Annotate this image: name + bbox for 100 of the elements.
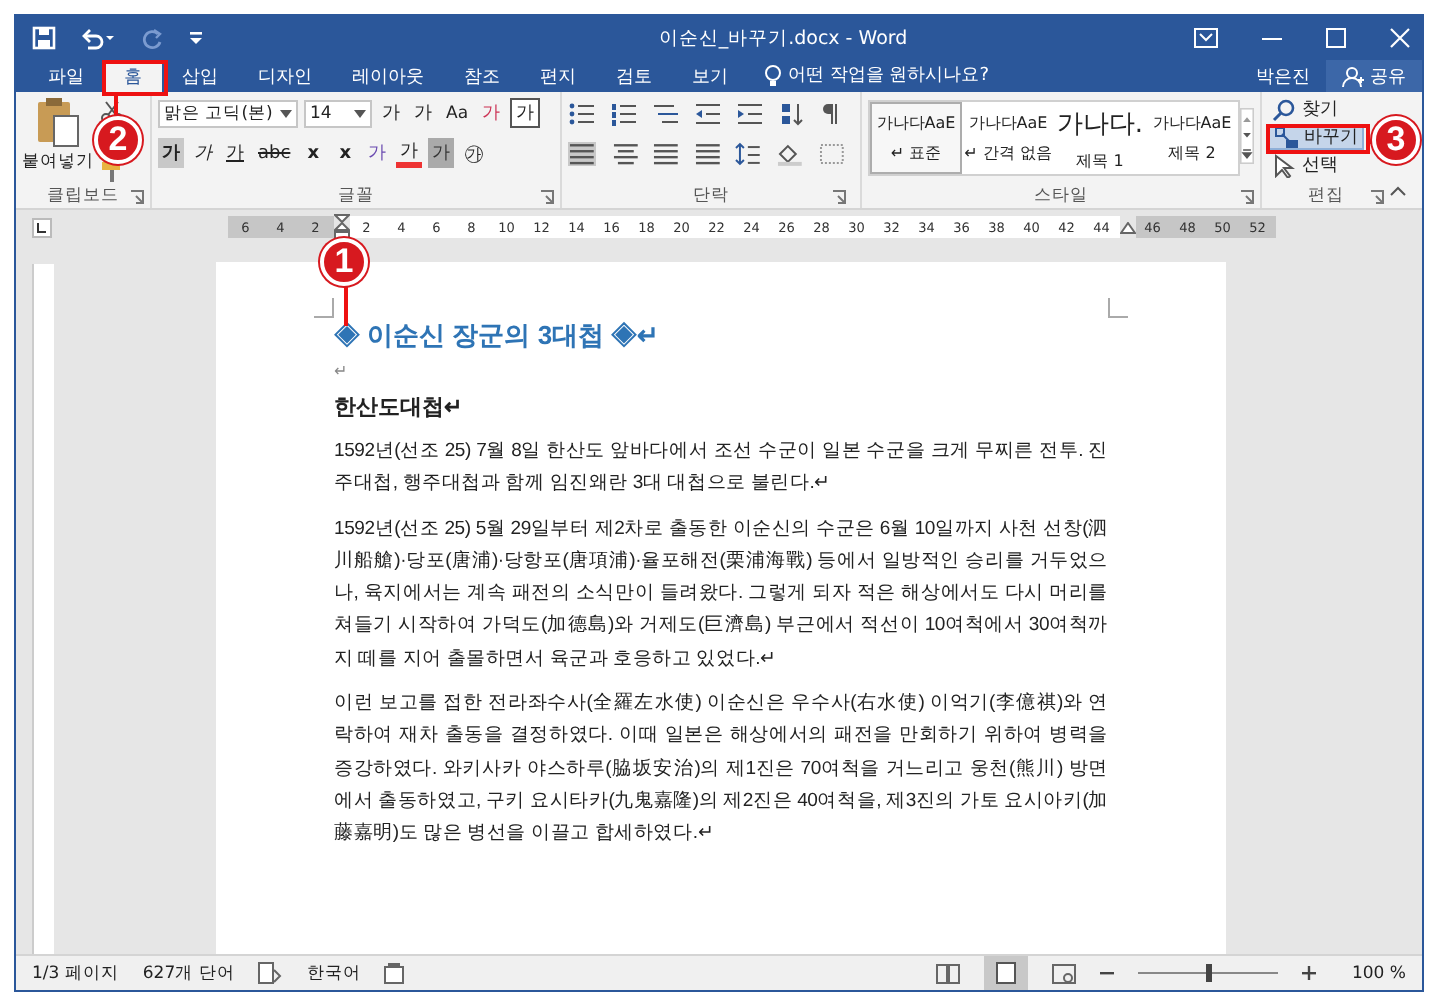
- font-tool-button[interactable]: x: [300, 138, 327, 168]
- search-icon: [1272, 97, 1296, 121]
- font-name-field[interactable]: 맑은 고딕(본): [158, 99, 298, 127]
- ribbon-tab[interactable]: 참조: [444, 60, 520, 92]
- margin-corner-icon: [1108, 298, 1128, 318]
- callout-badge: 1: [320, 238, 368, 286]
- macro-icon[interactable]: [384, 962, 405, 984]
- body-paragraph: 1592년(선조 25) 5월 29일부터 제2차로 출동한 이순신의 수군은 6월 10일까지 사천 선창(泗川船艙)·당포(唐浦)·당항포(唐項浦)·율포해전(栗浦海戰) 등에서 일방적인 승리를 거두었으나, 육지에서는 계속 패전의 소식만이 들려왔다. 그렇게 되자 적은 해상에서도 다시 머리를 쳐들기 시작하여 가덕도(加德島)와 거제도(巨濟島) 부근에서 적선이 10여척에서 30여척까지 떼를 지어 출몰하면서 육군과 호응하고 있었다.↵: [334, 515, 1108, 674]
- group-label: 글꼴: [338, 184, 374, 208]
- justify-icon[interactable]: [693, 141, 721, 165]
- customize-icon[interactable]: [188, 28, 204, 48]
- print-layout-icon[interactable]: [983, 956, 1028, 990]
- maximize-icon[interactable]: [1326, 28, 1346, 48]
- font-tool-button[interactable]: 가: [158, 138, 184, 168]
- right-indent-marker-icon[interactable]: [1119, 221, 1135, 233]
- pointer-icon: [1272, 153, 1296, 177]
- ribbon-tab[interactable]: 편지: [520, 60, 596, 92]
- window-title: 이순신_바꾸기.docx - Word: [656, 25, 910, 51]
- ribbon-tab[interactable]: 레이아웃: [332, 60, 444, 92]
- pilcrow-icon[interactable]: [820, 101, 840, 125]
- align-center-icon[interactable]: [609, 141, 638, 165]
- group-label: 클립보드: [47, 184, 119, 208]
- paragraph-mark: ↵: [334, 360, 350, 384]
- dialog-launcher-icon[interactable]: [1370, 189, 1384, 203]
- font-tool-button[interactable]: Aa: [442, 98, 473, 128]
- font-tool-button[interactable]: 가: [510, 98, 541, 128]
- font-tool-button[interactable]: 가: [428, 138, 455, 168]
- bullet-list-icon[interactable]: [568, 101, 596, 125]
- dropdown-icon: [280, 109, 292, 117]
- ribbon-tab[interactable]: 삽입: [162, 60, 238, 92]
- proofing-icon[interactable]: [258, 962, 283, 984]
- undo-icon[interactable]: [80, 26, 116, 50]
- style-gallery-item[interactable]: 가나다AaE ↵ 표준: [870, 102, 962, 174]
- dialog-launcher-icon[interactable]: [1240, 189, 1254, 203]
- zoom-in-icon[interactable]: [1301, 966, 1316, 980]
- font-tool-button[interactable]: x: [332, 138, 359, 168]
- multilevel-list-icon[interactable]: [652, 101, 680, 125]
- font-tool-button[interactable]: 가: [190, 138, 216, 168]
- font-size-field[interactable]: 14: [304, 99, 372, 127]
- ribbon-display-icon[interactable]: [1194, 28, 1218, 48]
- paste-button[interactable]: 붙여넣기: [22, 96, 94, 184]
- dialog-launcher-icon[interactable]: [540, 189, 554, 203]
- group-label: 스타일: [1034, 184, 1088, 208]
- body-paragraph: 이런 보고를 접한 전라좌수사(全羅左水使) 이순신은 우수사(右水使) 이억기(李億祺)와 연락하여 재차 출동을 결정하였다. 이때 일본은 해상에서의 패전을 만회하기 위하여 병력을 증강하였다. 와키사카 야스하루(脇坂安治)의 제1진은 70여척을 거느리고 웅천(熊川) 방면에서 출동하였고, 구키 요시타카(九鬼嘉隆)의 제2진은 40여척을, 제3진의 가토 요시아키(加藤嘉明)도 많은 병선을 이끌고 합세하였다.↵: [334, 690, 1108, 849]
- shading-icon[interactable]: [776, 141, 805, 165]
- numbered-list-icon[interactable]: [610, 101, 638, 125]
- font-tool-button[interactable]: 가: [222, 138, 248, 168]
- indent-marker-icon[interactable]: [333, 213, 349, 241]
- font-tool-button[interactable]: abc: [254, 138, 295, 168]
- section-heading: 한산도대첩↵: [334, 394, 464, 424]
- dialog-launcher-icon[interactable]: [832, 189, 846, 203]
- style-gallery-item[interactable]: 가나다. 제목 1: [1054, 102, 1146, 174]
- margin-corner-icon: [314, 298, 334, 318]
- group-label: 단락: [693, 184, 729, 208]
- font-tool-button[interactable]: ㉮: [460, 138, 489, 168]
- increase-indent-icon[interactable]: [736, 101, 764, 125]
- dialog-launcher-icon[interactable]: [130, 189, 144, 203]
- page-count[interactable]: 1/3 페이지: [32, 961, 119, 985]
- document-title: ◈ 이순신 장군의 3대첩 ◈↵: [334, 318, 662, 354]
- editing-button[interactable]: 선택: [1268, 152, 1342, 178]
- decrease-indent-icon[interactable]: [694, 101, 722, 125]
- font-tool-button[interactable]: 가: [364, 138, 391, 168]
- read-mode-icon[interactable]: [935, 963, 960, 983]
- ribbon-tab[interactable]: 보기: [672, 60, 748, 92]
- lightbulb-icon: [764, 64, 782, 88]
- scissors-icon[interactable]: [100, 100, 124, 124]
- dropdown-icon: [354, 109, 366, 117]
- user-name[interactable]: 박은진: [1256, 63, 1310, 89]
- ribbon-tab[interactable]: 파일: [28, 60, 104, 92]
- tell-me-field[interactable]: 어떤 작업을 원하시나요?: [764, 60, 1028, 92]
- word-count[interactable]: 627개 단어: [142, 961, 235, 985]
- close-icon[interactable]: [1390, 28, 1410, 48]
- align-right-icon[interactable]: [651, 141, 680, 165]
- align-left-icon[interactable]: [568, 141, 596, 165]
- line-spacing-icon[interactable]: [734, 141, 763, 165]
- web-layout-icon[interactable]: [1051, 963, 1076, 983]
- save-icon[interactable]: [32, 26, 56, 50]
- tab-stop-icon[interactable]: [32, 217, 52, 237]
- person-icon: [1342, 65, 1364, 87]
- zoom-out-icon[interactable]: [1099, 966, 1114, 980]
- sort-icon[interactable]: [778, 101, 806, 125]
- style-gallery-item[interactable]: 가나다AaE ↵ 간격 없음: [962, 102, 1054, 174]
- zoom-level[interactable]: 100 %: [1351, 963, 1406, 983]
- font-tool-button[interactable]: 가: [410, 98, 436, 128]
- font-tool-button[interactable]: 가: [378, 98, 404, 128]
- editing-button[interactable]: 찾기: [1268, 96, 1342, 122]
- replace-icon: [1274, 125, 1298, 149]
- language-indicator[interactable]: 한국어: [306, 961, 361, 985]
- ribbon-tab[interactable]: 검토: [596, 60, 672, 92]
- borders-icon[interactable]: [818, 141, 847, 165]
- font-tool-button[interactable]: 가: [396, 138, 423, 168]
- style-gallery-item[interactable]: 가나다AaE 제목 2: [1146, 102, 1238, 174]
- ribbon-tab[interactable]: 디자인: [238, 60, 332, 92]
- share-button[interactable]: 공유: [1326, 60, 1422, 92]
- group-label: 편집: [1308, 184, 1344, 208]
- body-paragraph: 1592년(선조 25) 7월 8일 한산도 앞바다에서 조선 수군이 일본 수군을 크게 무찌른 전투. 진주대첩, 행주대첩과 함께 임진왜란 3대 대첩으로 불린다.↵: [334, 438, 1108, 499]
- redo-icon: [140, 26, 164, 50]
- font-tool-button[interactable]: 가: [478, 98, 505, 128]
- collapse-ribbon-icon[interactable]: [1390, 186, 1406, 196]
- zoom-slider-thumb[interactable]: [1205, 964, 1212, 982]
